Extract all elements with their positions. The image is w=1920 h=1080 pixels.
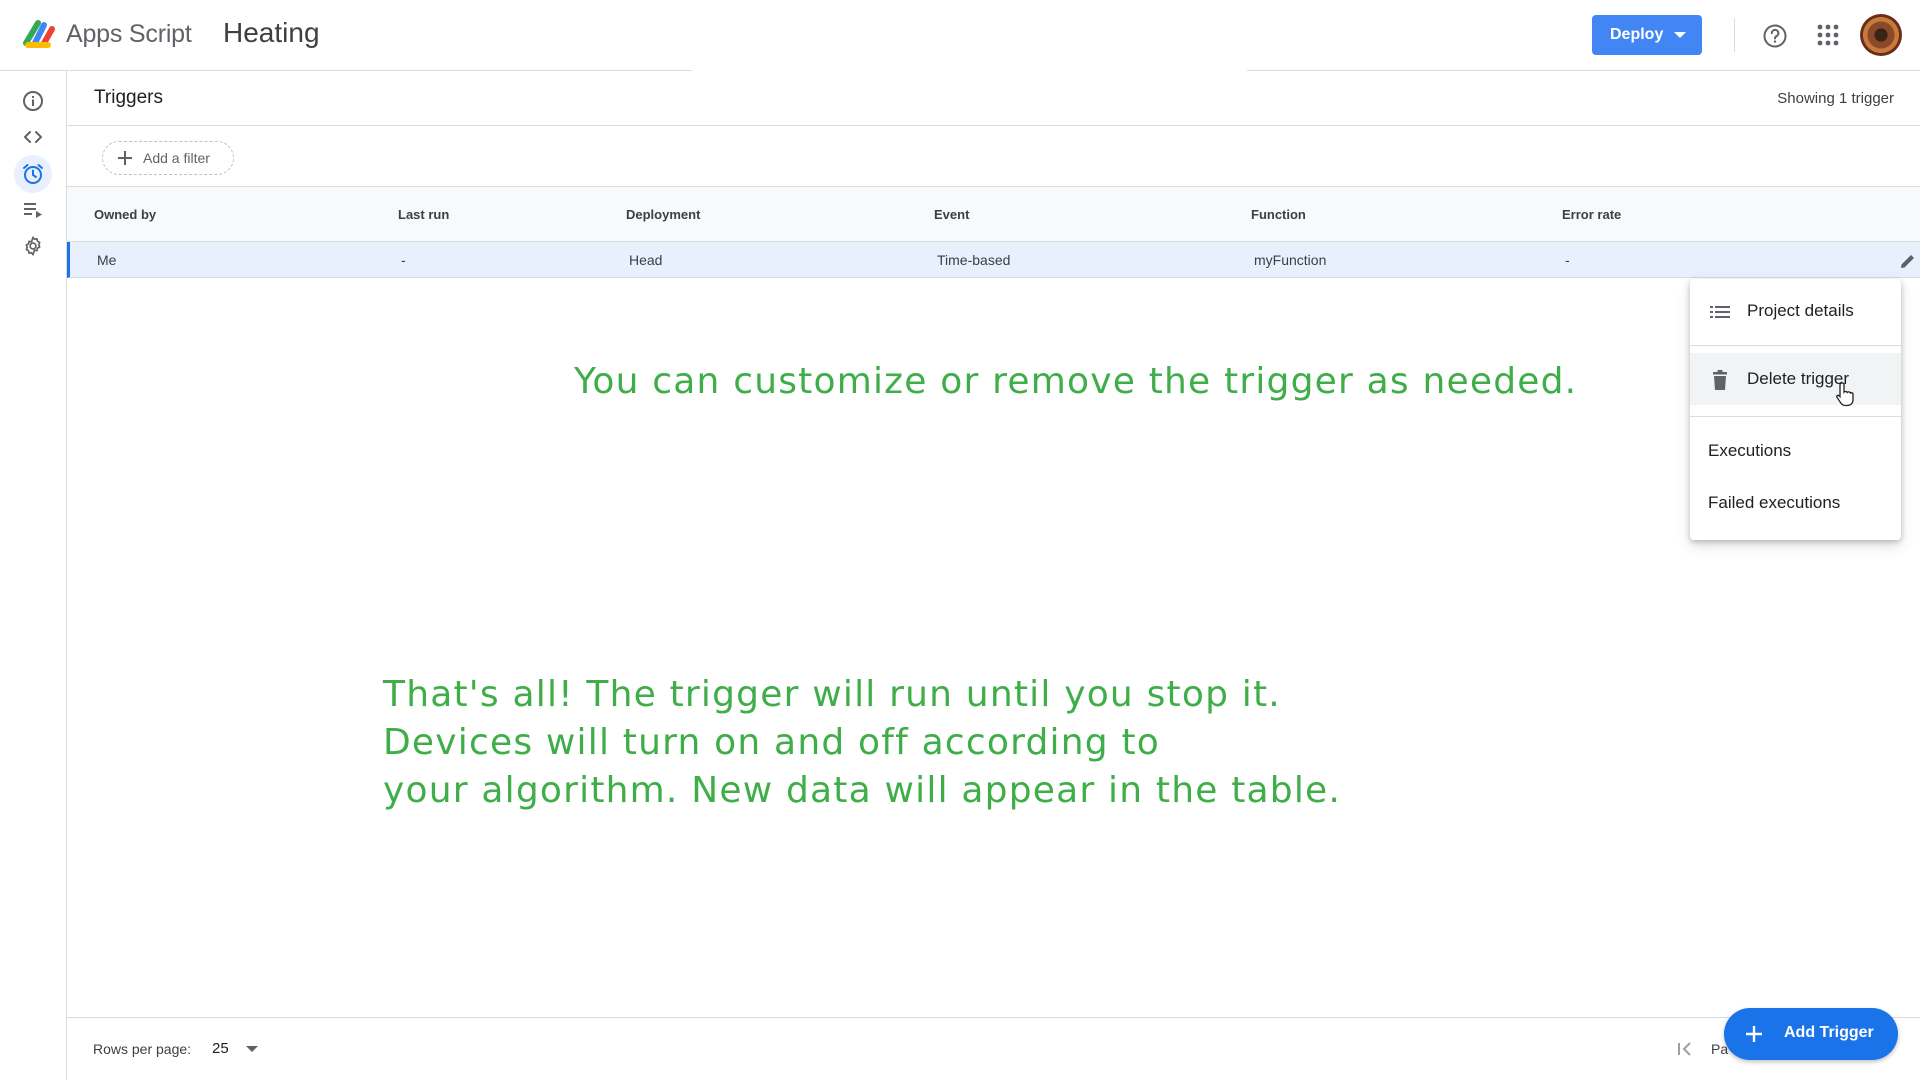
plus-icon	[118, 151, 132, 165]
annotation-line: Devices will turn on and off according t…	[383, 722, 1160, 763]
hand-pointer-cursor-icon	[1836, 382, 1854, 407]
top-app-bar: Apps Script Heating Deploy	[0, 0, 1920, 70]
annotation-customize-trigger: You can customize or remove the trigger …	[574, 361, 1578, 402]
menu-divider	[1690, 345, 1901, 346]
topbar-divider-line	[1247, 70, 1920, 71]
rail-item-triggers[interactable]	[14, 155, 52, 193]
menu-item-label: Delete trigger	[1747, 369, 1850, 388]
apps-script-logo-icon[interactable]	[22, 17, 60, 51]
pencil-edit-icon[interactable]	[1899, 252, 1917, 270]
column-header-owned-by[interactable]: Owned by	[94, 207, 156, 222]
trigger-context-menu: Project details Delete trigger Execution…	[1690, 279, 1901, 540]
menu-item-delete-trigger[interactable]: Delete trigger	[1690, 353, 1901, 405]
menu-item-failed-executions[interactable]: Failed executions	[1690, 477, 1901, 529]
menu-item-project-details[interactable]: Project details	[1690, 285, 1901, 337]
menu-item-executions[interactable]: Executions	[1690, 425, 1901, 477]
info-icon	[23, 91, 43, 111]
playlist-play-icon	[24, 203, 42, 218]
app-name[interactable]: Apps Script	[66, 20, 192, 49]
list-icon	[1710, 306, 1730, 318]
topbar-divider-line	[0, 70, 692, 71]
plus-icon	[1746, 1026, 1762, 1042]
cell-last-run: -	[401, 252, 406, 268]
deploy-button[interactable]: Deploy	[1592, 15, 1702, 55]
left-navigation-rail	[0, 71, 67, 1080]
footer-divider	[67, 1017, 1920, 1018]
cell-deployment: Head	[629, 252, 663, 268]
cell-owned-by: Me	[97, 252, 117, 268]
add-filter-label: Add a filter	[143, 150, 210, 166]
gear-icon	[25, 236, 41, 256]
annotation-trigger-info: That's all! The trigger will run until y…	[383, 671, 1341, 815]
add-filter-chip[interactable]: Add a filter	[102, 141, 234, 175]
caret-down-icon[interactable]	[246, 1046, 258, 1052]
column-header-function[interactable]: Function	[1251, 207, 1306, 222]
topbar-divider	[1734, 18, 1735, 52]
code-icon	[24, 131, 42, 143]
rail-item-executions[interactable]	[14, 191, 52, 229]
menu-item-label: Failed executions	[1708, 493, 1841, 512]
deploy-button-label: Deploy	[1610, 26, 1664, 43]
cell-event: Time-based	[937, 252, 1011, 268]
help-icon[interactable]	[1762, 23, 1788, 49]
cell-function: myFunction	[1254, 252, 1327, 268]
column-header-deployment[interactable]: Deployment	[626, 207, 700, 222]
annotation-line: your algorithm. New data will appear in …	[383, 770, 1342, 811]
add-trigger-label: Add Trigger	[1784, 1024, 1874, 1041]
caret-down-icon[interactable]	[1674, 32, 1686, 38]
menu-item-label: Executions	[1708, 441, 1792, 460]
menu-item-label: Project details	[1747, 301, 1854, 320]
table-header: Owned by Last run Deployment Event Funct…	[67, 187, 1920, 242]
rows-per-page-label: Rows per page:	[93, 1041, 192, 1057]
column-header-event[interactable]: Event	[934, 207, 969, 222]
trash-icon	[1713, 370, 1727, 390]
rail-item-editor[interactable]	[14, 118, 52, 156]
google-apps-grid-icon[interactable]	[1817, 24, 1839, 46]
rail-item-settings[interactable]	[14, 227, 52, 265]
column-header-error-rate[interactable]: Error rate	[1562, 207, 1621, 222]
cell-error-rate: -	[1565, 252, 1570, 268]
column-header-last-run[interactable]: Last run	[398, 207, 449, 222]
rows-per-page-select[interactable]: 25	[212, 1040, 229, 1057]
rail-item-overview[interactable]	[14, 82, 52, 120]
menu-divider	[1690, 416, 1901, 417]
trigger-count-label: Showing 1 trigger	[1777, 90, 1894, 107]
table-row[interactable]: Me - Head Time-based myFunction -	[67, 242, 1920, 278]
annotation-line: That's all! The trigger will run until y…	[383, 674, 1281, 715]
first-page-icon[interactable]	[1675, 1039, 1695, 1059]
divider	[67, 125, 1920, 126]
project-name[interactable]: Heating	[223, 17, 320, 49]
page-title: Triggers	[94, 87, 163, 108]
account-avatar[interactable]	[1860, 14, 1902, 56]
add-trigger-button[interactable]: Add Trigger	[1724, 1008, 1898, 1060]
alarm-clock-icon	[23, 164, 43, 184]
